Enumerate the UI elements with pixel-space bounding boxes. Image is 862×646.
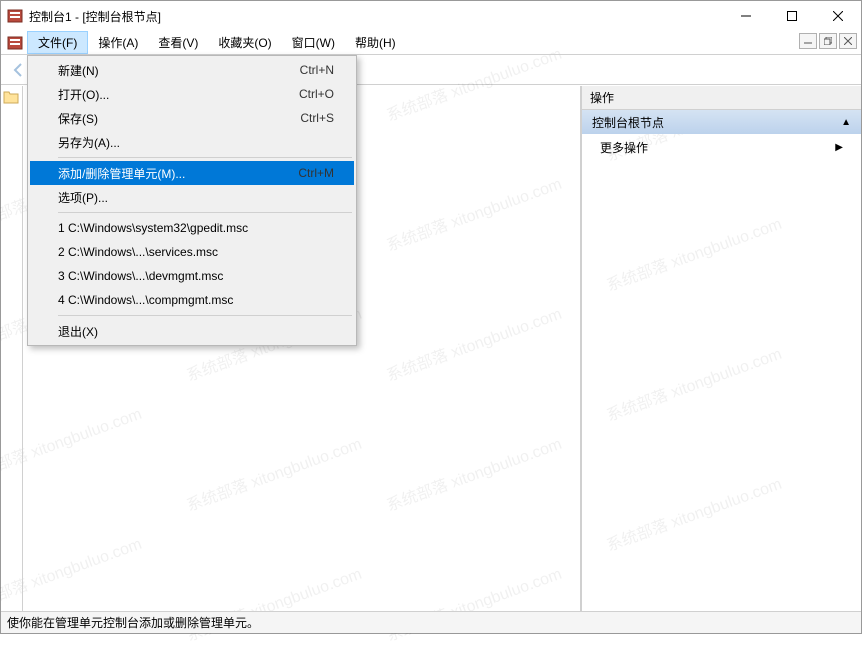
file-menu-item-11[interactable]: 4 C:\Windows\...\compmgmt.msc [30,288,354,312]
menu-item-label: 4 C:\Windows\...\compmgmt.msc [58,293,334,307]
menu-item-2[interactable]: 查看(V) [148,31,208,54]
window-title: 控制台1 - [控制台根节点] [29,8,723,25]
menu-separator [58,212,352,213]
menu-item-5[interactable]: 帮助(H) [345,31,406,54]
menu-item-label: 2 C:\Windows\...\services.msc [58,245,334,259]
minimize-button[interactable] [723,1,769,31]
folder-icon [3,93,19,107]
mdi-minimize-button[interactable] [799,33,817,49]
menu-item-label: 选项(P)... [58,189,334,206]
file-menu-item-9[interactable]: 2 C:\Windows\...\services.msc [30,240,354,264]
menu-item-label: 打开(O)... [58,86,299,103]
actions-pane-header: 操作 [582,86,861,110]
menu-separator [58,157,352,158]
mdi-restore-button[interactable] [819,33,837,49]
menu-item-0[interactable]: 文件(F) [27,31,88,54]
menu-item-label: 新建(N) [58,62,300,79]
chevron-right-icon: ▶ [835,142,843,153]
menu-item-shortcut: Ctrl+O [299,87,334,101]
actions-pane: 操作 控制台根节点 ▲ 更多操作 ▶ [581,86,861,611]
menu-item-4[interactable]: 窗口(W) [282,31,345,54]
menu-item-label: 另存为(A)... [58,134,334,151]
close-button[interactable] [815,1,861,31]
actions-more-label: 更多操作 [600,139,648,156]
file-menu-item-0[interactable]: 新建(N)Ctrl+N [30,58,354,82]
file-menu-item-6[interactable]: 选项(P)... [30,185,354,209]
actions-section-header[interactable]: 控制台根节点 ▲ [582,110,861,134]
actions-header-label: 操作 [590,89,614,106]
file-menu-item-5[interactable]: 添加/删除管理单元(M)...Ctrl+M [30,161,354,185]
menu-item-label: 退出(X) [58,323,334,340]
menu-item-1[interactable]: 操作(A) [88,31,148,54]
menu-item-label: 3 C:\Windows\...\devmgmt.msc [58,269,334,283]
file-menu-item-2[interactable]: 保存(S)Ctrl+S [30,106,354,130]
menu-item-shortcut: Ctrl+S [300,111,334,125]
menu-item-label: 保存(S) [58,110,300,127]
menu-separator [58,315,352,316]
file-menu-item-3[interactable]: 另存为(A)... [30,130,354,154]
file-menu-item-1[interactable]: 打开(O)...Ctrl+O [30,82,354,106]
menu-item-shortcut: Ctrl+M [298,166,334,180]
mmc-icon [5,31,25,54]
menu-item-3[interactable]: 收藏夹(O) [208,31,281,54]
title-bar: 控制台1 - [控制台根节点] [1,1,861,31]
file-menu-item-13[interactable]: 退出(X) [30,319,354,343]
file-menu-item-10[interactable]: 3 C:\Windows\...\devmgmt.msc [30,264,354,288]
file-menu-item-8[interactable]: 1 C:\Windows\system32\gpedit.msc [30,216,354,240]
mdi-window-controls [799,33,857,49]
status-text: 使你能在管理单元控制台添加或删除管理单元。 [7,614,259,631]
status-bar: 使你能在管理单元控制台添加或删除管理单元。 [1,611,861,633]
actions-more-link[interactable]: 更多操作 ▶ [582,134,861,160]
maximize-button[interactable] [769,1,815,31]
menu-item-label: 添加/删除管理单元(M)... [58,165,298,182]
menu-item-label: 1 C:\Windows\system32\gpedit.msc [58,221,334,235]
menu-item-shortcut: Ctrl+N [300,63,334,77]
collapse-icon: ▲ [841,117,851,128]
tree-pane[interactable] [1,86,23,611]
actions-section-label: 控制台根节点 [592,114,664,131]
mdi-close-button[interactable] [839,33,857,49]
app-icon [7,8,23,24]
menu-bar: 文件(F)操作(A)查看(V)收藏夹(O)窗口(W)帮助(H) [1,31,861,55]
file-menu-dropdown: 新建(N)Ctrl+N打开(O)...Ctrl+O保存(S)Ctrl+S另存为(… [27,55,357,346]
